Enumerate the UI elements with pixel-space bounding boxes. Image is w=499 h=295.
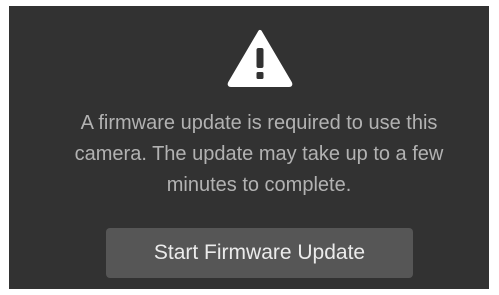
firmware-update-message: A firmware update is required to use thi… [29,108,489,201]
warning-triangle-icon [227,30,293,87]
message-line: minutes to complete. [166,174,352,196]
start-firmware-update-button[interactable]: Start Firmware Update [106,228,413,278]
message-line: camera. The update may take up to a few [74,143,444,165]
message-line: A firmware update is required to use thi… [80,112,438,134]
firmware-update-dialog: A firmware update is required to use thi… [9,6,489,289]
